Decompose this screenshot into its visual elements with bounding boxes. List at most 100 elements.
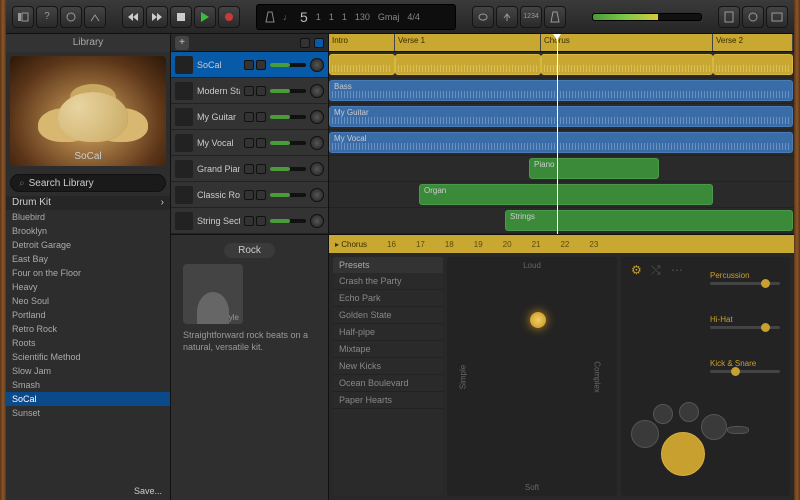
play-button[interactable] [194,6,216,28]
mute-button[interactable] [244,138,254,148]
region[interactable]: My Vocal [329,132,793,153]
track-volume[interactable] [270,115,306,119]
details-icon[interactable]: ⋯ [671,263,685,277]
timeline-row[interactable]: Strings [329,208,794,234]
mute-button[interactable] [244,86,254,96]
editors-button[interactable] [84,6,106,28]
playhead[interactable] [557,34,558,234]
xy-pad-thumb[interactable] [530,312,546,328]
track-pan-knob[interactable] [310,58,324,72]
region[interactable]: Organ [419,184,713,205]
count-in-button[interactable]: 1234 [520,6,542,28]
preset-item[interactable]: Golden State [333,307,443,324]
preset-item[interactable]: Paper Hearts [333,392,443,409]
rewind-button[interactable] [122,6,144,28]
timeline-row[interactable]: My Vocal [329,130,794,156]
arrangement-marker[interactable]: Intro [329,34,395,51]
solo-button[interactable] [256,112,266,122]
preset-item[interactable]: Mixtape [333,341,443,358]
library-category[interactable]: Drum Kit › [6,196,170,210]
lcd-display[interactable]: ♩ 5 1 1 1 130 Gmaj 4/4 [256,4,456,30]
mute-button[interactable] [244,190,254,200]
arrangement-marker[interactable]: Verse 1 [395,34,541,51]
forward-button[interactable] [146,6,168,28]
solo-button[interactable] [256,190,266,200]
library-toggle-button[interactable] [12,6,34,28]
master-level-meter[interactable] [592,13,702,21]
track-pan-knob[interactable] [310,110,324,124]
timeline-row[interactable]: Bass [329,78,794,104]
preset-item[interactable]: New Kicks [333,358,443,375]
region[interactable]: My Guitar [329,106,793,127]
track-header[interactable]: My Guitar [171,104,328,130]
library-item[interactable]: Sunset [6,406,170,420]
loop-browser-button[interactable] [742,6,764,28]
solo-button[interactable] [256,60,266,70]
track-volume[interactable] [270,89,306,93]
library-item[interactable]: Portland [6,308,170,322]
track-volume[interactable] [270,141,306,145]
preset-item[interactable]: Crash the Party [333,273,443,290]
tuner-button[interactable] [496,6,518,28]
stop-button[interactable] [170,6,192,28]
library-item[interactable]: Detroit Garage [6,238,170,252]
timeline-row[interactable] [329,52,794,78]
track-header[interactable]: My Vocal [171,130,328,156]
track-volume[interactable] [270,193,306,197]
library-item[interactable]: Brooklyn [6,224,170,238]
timeline-row[interactable]: My Guitar [329,104,794,130]
library-item[interactable]: East Bay [6,252,170,266]
media-browser-button[interactable] [766,6,788,28]
arrangement-ruler[interactable]: IntroVerse 1ChorusVerse 2 [329,34,794,52]
region[interactable] [541,54,713,75]
track-view-toggle[interactable] [300,38,310,48]
region[interactable]: Strings [505,210,793,231]
arrangement-marker[interactable]: Chorus [541,34,713,51]
add-track-button[interactable]: + [175,36,189,50]
track-header[interactable]: String Section [171,208,328,234]
xy-pad[interactable]: Loud Soft Simple Complex [447,257,617,496]
library-save-button[interactable]: Save... [6,482,170,500]
editor-ruler[interactable]: ▸ Chorus1617181920212223 [329,235,794,253]
track-header[interactable]: Grand Piano [171,156,328,182]
arrangement-marker[interactable]: Verse 2 [713,34,793,51]
track-header[interactable]: Modern Stack [171,78,328,104]
solo-button[interactable] [256,86,266,96]
library-item[interactable]: SoCal [6,392,170,406]
library-item[interactable]: Roots [6,336,170,350]
preset-item[interactable]: Echo Park [333,290,443,307]
mute-button[interactable] [244,60,254,70]
library-item[interactable]: Neo Soul [6,294,170,308]
track-header[interactable]: SoCal [171,52,328,78]
region[interactable]: Piano [529,158,659,179]
quick-help-button[interactable]: ? [36,6,58,28]
preset-item[interactable]: Ocean Boulevard [333,375,443,392]
library-item[interactable]: Bluebird [6,210,170,224]
cycle-button[interactable] [472,6,494,28]
drummer-slider[interactable]: Hi-Hat [710,315,780,329]
notepad-button[interactable] [718,6,740,28]
drummer-slider[interactable]: Percussion [710,271,780,285]
library-item[interactable]: Slow Jam [6,364,170,378]
metronome-button[interactable] [544,6,566,28]
library-item[interactable]: Smash [6,378,170,392]
timeline[interactable]: IntroVerse 1ChorusVerse 2 Bass My Guitar M… [329,34,794,234]
library-item[interactable]: Four on the Floor [6,266,170,280]
drum-kit-diagram[interactable] [631,396,761,486]
library-item[interactable]: Scientific Method [6,350,170,364]
drummer-avatar[interactable]: Kyle [183,264,243,324]
preset-item[interactable]: Half-pipe [333,324,443,341]
region[interactable] [329,54,395,75]
timeline-row[interactable]: Organ [329,182,794,208]
drummer-style[interactable]: Rock [224,243,275,258]
smart-controls-button[interactable] [60,6,82,28]
solo-button[interactable] [256,138,266,148]
track-pan-knob[interactable] [310,136,324,150]
track-pan-knob[interactable] [310,188,324,202]
region[interactable]: Bass [329,80,793,101]
track-automation-toggle[interactable] [314,38,324,48]
drummer-slider[interactable]: Kick & Snare [710,359,780,373]
library-item[interactable]: Retro Rock [6,322,170,336]
region[interactable] [395,54,541,75]
track-volume[interactable] [270,63,306,67]
